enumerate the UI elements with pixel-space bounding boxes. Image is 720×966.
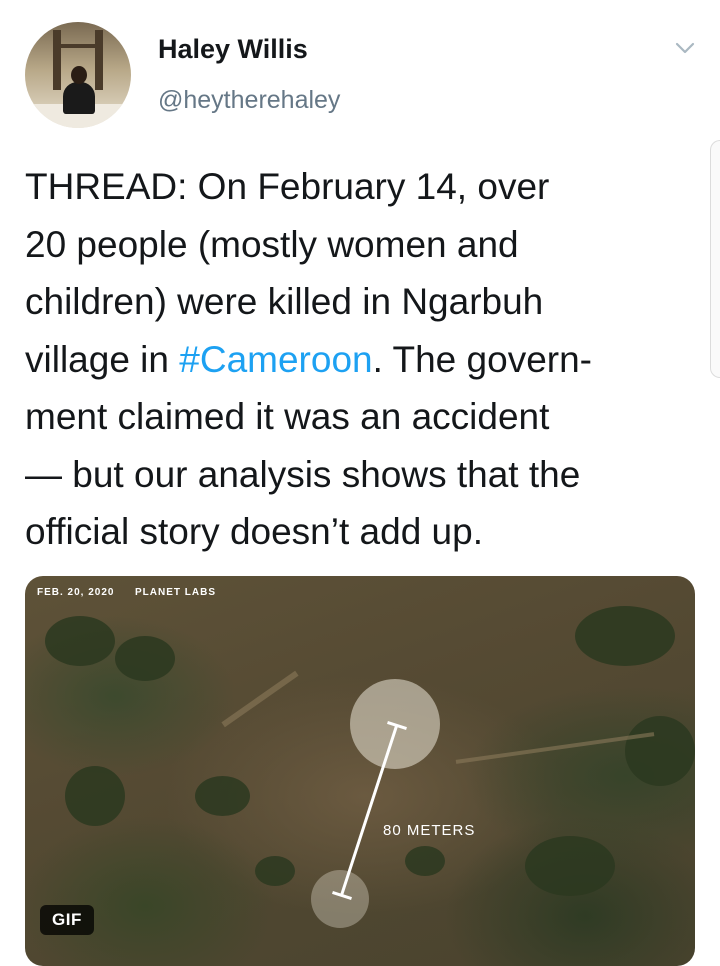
tweet-text-line: ment claimed it was an accident [25,396,550,437]
media-caption-source: PLANET LABS [135,587,216,598]
tweet-text: THREAD: On February 14, over 20 people (… [25,158,695,561]
tweet-text-line: THREAD: On February 14, over [25,166,550,207]
media-caption-date: FEB. 20, 2020 [37,587,115,598]
tweet-text-line: — but our analysis shows that the [25,453,581,495]
measurement-label: 80 METERS [383,822,476,839]
author-display-name[interactable]: Haley Willis [158,34,308,65]
scrollbar[interactable] [710,140,720,378]
highlight-circle [311,870,369,928]
tweet-text-line: village in #Cameroon. The govern- [25,338,592,380]
tweet-text-line: 20 people (mostly women and [25,223,519,265]
satellite-gif-media[interactable]: FEB. 20, 2020 PLANET LABS 80 METERS GIF [25,576,695,966]
avatar[interactable] [25,22,131,128]
tweet-text-line: children) were killed in Ngarbuh [25,281,544,322]
gif-badge[interactable]: GIF [40,905,94,935]
author-handle[interactable]: @heytherehaley [158,86,340,115]
hashtag-link[interactable]: #Cameroon [179,339,372,380]
chevron-down-icon[interactable] [672,38,698,58]
tweet-text-line: official story doesn’t add up. [25,511,483,552]
